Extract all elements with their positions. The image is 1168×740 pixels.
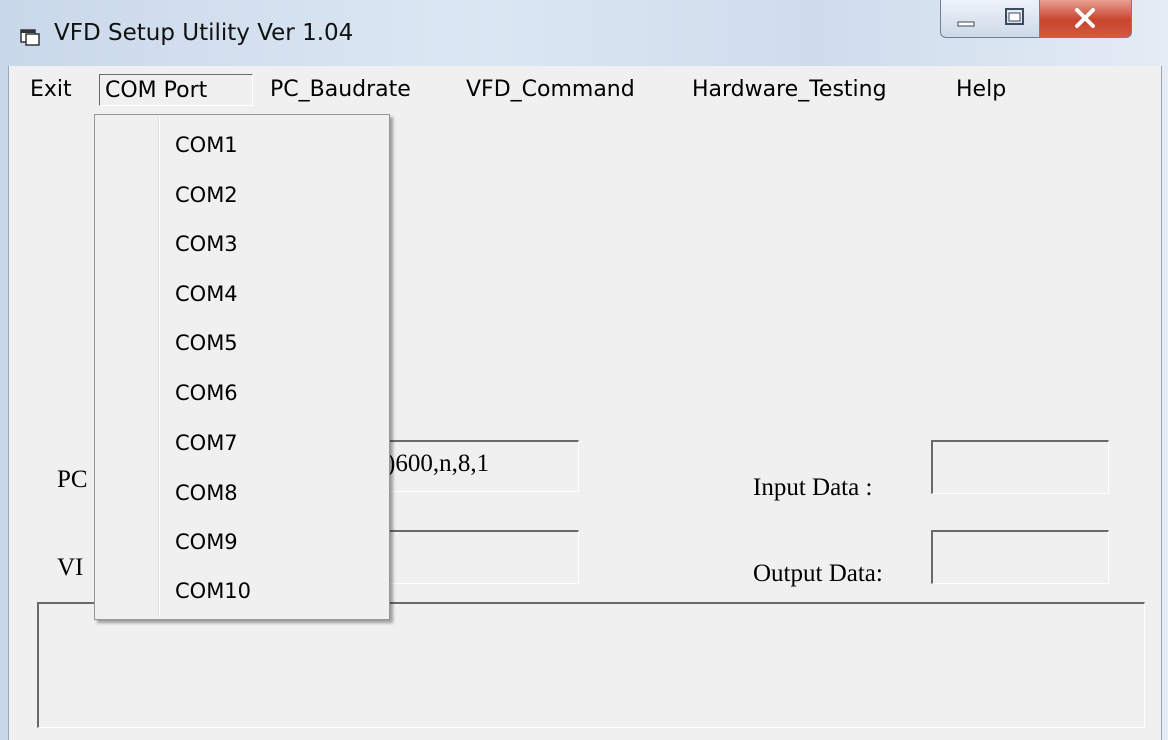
minimize-button[interactable] xyxy=(940,0,992,38)
window-title: VFD Setup Utility Ver 1.04 xyxy=(54,20,354,46)
com-item-label: COM2 xyxy=(175,183,238,207)
title-bar[interactable]: VFD Setup Utility Ver 1.04 xyxy=(0,0,1168,66)
com-item-com10[interactable]: COM10 xyxy=(97,567,387,615)
com-item-com2[interactable]: COM2 xyxy=(97,171,387,219)
input-data-field[interactable] xyxy=(931,440,1109,494)
input-data-label: Input Data : xyxy=(753,474,873,501)
com-item-label: COM8 xyxy=(175,481,238,505)
pc-setting-value: )600,n,8,1 xyxy=(387,450,490,477)
minimize-icon xyxy=(957,21,975,27)
close-button[interactable] xyxy=(1040,0,1132,38)
com-item-label: COM3 xyxy=(175,232,238,256)
com-item-com1[interactable]: COM1 xyxy=(97,121,387,169)
menu-hardware-testing[interactable]: Hardware_Testing xyxy=(687,74,892,106)
menu-exit[interactable]: Exit xyxy=(25,74,77,106)
com-item-label: COM7 xyxy=(175,431,238,455)
com-item-com6[interactable]: COM6 xyxy=(97,369,387,417)
com-item-com9[interactable]: COM9 xyxy=(97,518,387,566)
com-item-label: COM9 xyxy=(175,530,238,554)
vfd-setting-label: VI xyxy=(57,554,84,581)
menu-help[interactable]: Help xyxy=(951,74,1011,106)
app-window: VFD Setup Utility Ver 1.04 Exit COM Port… xyxy=(0,0,1168,740)
com-item-label: COM10 xyxy=(175,579,252,603)
menu-bar: Exit COM Port PC_Baudrate VFD_Command Ha… xyxy=(9,66,1161,112)
app-window-icon xyxy=(20,29,40,46)
com-item-label: COM1 xyxy=(175,133,238,157)
com-port-dropdown: COM1 COM2 COM3 COM4 COM5 COM6 COM7 COM8 … xyxy=(94,114,390,620)
com-item-com4[interactable]: COM4 xyxy=(97,270,387,318)
menu-vfd-command[interactable]: VFD_Command xyxy=(461,74,640,106)
com-item-com5[interactable]: COM5 xyxy=(97,319,387,367)
menu-com-port[interactable]: COM Port xyxy=(99,74,253,106)
output-data-field[interactable] xyxy=(931,530,1109,584)
com-item-com7[interactable]: COM7 xyxy=(97,419,387,467)
maximize-icon xyxy=(1005,8,1024,25)
pc-setting-label: PC xyxy=(57,466,88,493)
com-item-label: COM5 xyxy=(175,331,238,355)
close-icon xyxy=(1075,8,1095,28)
maximize-button[interactable] xyxy=(991,0,1040,38)
com-item-label: COM4 xyxy=(175,282,238,306)
menu-pc-baudrate[interactable]: PC_Baudrate xyxy=(265,74,416,106)
log-area[interactable] xyxy=(37,602,1145,728)
com-item-com8[interactable]: COM8 xyxy=(97,469,387,517)
com-item-label: COM6 xyxy=(175,381,238,405)
com-item-com3[interactable]: COM3 xyxy=(97,220,387,268)
output-data-label: Output Data: xyxy=(753,560,883,587)
